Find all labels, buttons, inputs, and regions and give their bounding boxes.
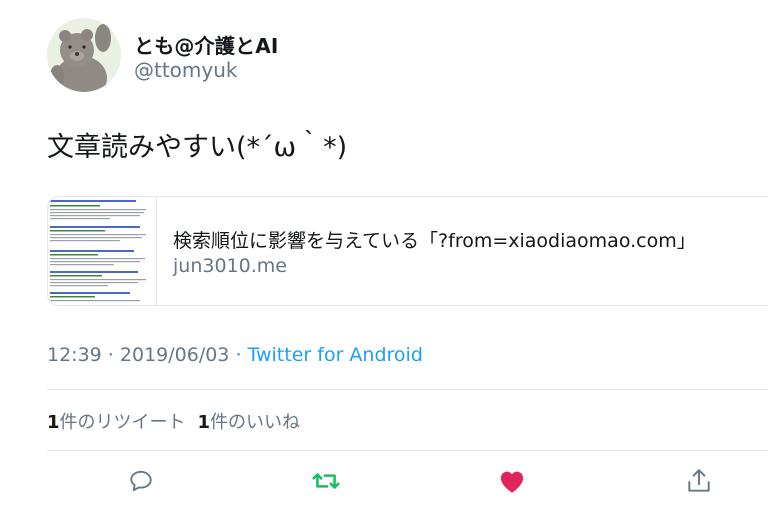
retweet-stat[interactable]: 1件のリツイート [47, 412, 186, 433]
tweet-source[interactable]: Twitter for Android [248, 344, 423, 366]
card-title[interactable]: 検索順位に影響を与えている「?from=xiaodiaomao.com」 [173, 226, 696, 253]
tweet: とも@介護とAI @ttomyuk 文章読みやすい(*´ω｀*) 検索順位に影響… [0, 0, 768, 508]
reply-icon [130, 470, 152, 492]
link-card[interactable]: 検索順位に影響を与えている「?from=xiaodiaomao.com」 jun… [47, 196, 768, 306]
tweet-meta: 12:39 · 2019/06/03 · Twitter for Android [47, 344, 423, 366]
card-thumbnail [48, 197, 157, 305]
share-button[interactable] [684, 466, 714, 496]
retweet-label: 件のリツイート [59, 412, 186, 433]
tweet-time[interactable]: 12:39 [47, 344, 102, 366]
tweet-date[interactable]: 2019/06/03 [120, 344, 230, 366]
retweet-icon [312, 473, 340, 489]
share-icon [688, 469, 710, 492]
divider [47, 389, 768, 390]
divider [47, 450, 768, 451]
like-label: 件のいいね [210, 412, 301, 433]
heart-icon [500, 471, 524, 493]
reply-button[interactable] [126, 466, 156, 496]
engagement-stats: 1件のリツイート 1件のいいね [47, 408, 300, 434]
retweet-button[interactable] [311, 466, 341, 496]
tweet-text: 文章読みやすい(*´ω｀*) [47, 132, 348, 163]
like-stat[interactable]: 1件のいいね [198, 412, 301, 433]
search-results-thumbnail-icon [48, 197, 156, 305]
avatar[interactable] [47, 18, 121, 92]
display-name[interactable]: とも@介護とAI [134, 30, 279, 59]
meta-separator: · [229, 344, 248, 366]
retweet-count: 1 [47, 412, 60, 433]
card-domain: jun3010.me [173, 255, 287, 277]
like-button[interactable] [497, 466, 527, 496]
bear-avatar-icon [47, 18, 121, 92]
action-bar [0, 466, 768, 496]
meta-separator: · [101, 344, 120, 366]
like-count: 1 [197, 412, 211, 433]
user-handle[interactable]: @ttomyuk [134, 58, 238, 82]
